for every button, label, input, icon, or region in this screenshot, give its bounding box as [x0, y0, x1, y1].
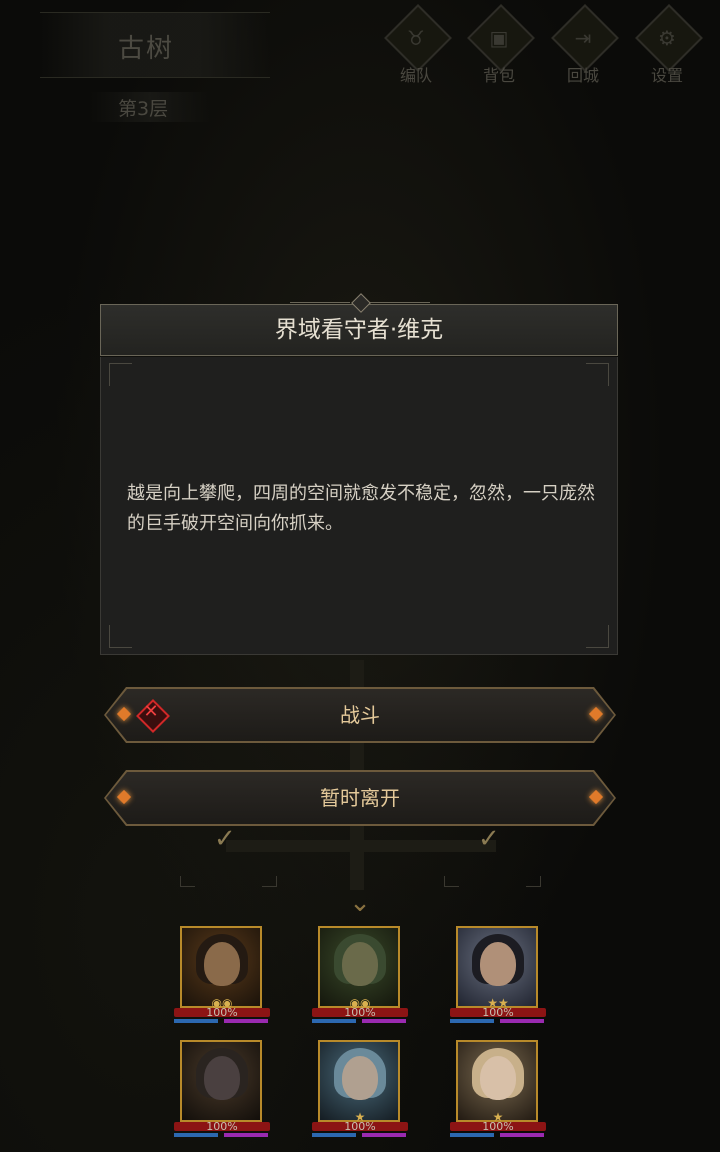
energy-bar — [500, 1019, 544, 1023]
energy-bar — [362, 1019, 406, 1023]
hero-card[interactable]: ★★ 100% — [450, 926, 546, 1034]
energy-bar — [500, 1133, 544, 1137]
chevron-down-icon: ⌄ — [349, 888, 371, 918]
hero-card[interactable]: ◉◉ 100% — [174, 926, 270, 1034]
mana-bar — [450, 1019, 494, 1023]
hero-card[interactable]: ◉◉ 100% — [312, 926, 408, 1034]
cleared-check-icon: ✓ — [214, 824, 236, 854]
map-path — [226, 840, 496, 852]
settings-button[interactable]: ⚙ 设置 — [633, 4, 703, 85]
area-title: 古树 — [118, 34, 175, 64]
backpack-button[interactable]: ▣ 背包 — [465, 4, 535, 85]
bag-icon: ▣ — [489, 26, 509, 50]
cleared-check-icon: ✓ — [478, 824, 500, 854]
energy-bar — [224, 1133, 268, 1137]
return-door-icon: ⇥ — [574, 26, 592, 50]
mana-bar — [174, 1019, 218, 1023]
event-description: 越是向上攀爬，四周的空间就愈发不稳定，忽然，一只庞然的巨手破开空间向你抓来。 — [127, 483, 595, 534]
hero-card[interactable]: ★ 100% — [450, 1040, 546, 1148]
map-node-bracket — [262, 876, 277, 887]
map-node-bracket — [444, 876, 459, 887]
mana-bar — [174, 1133, 218, 1137]
map-node-bracket — [180, 876, 195, 887]
bull-helmet-icon: ♉ — [407, 26, 425, 50]
formation-button[interactable]: ♉ 编队 — [382, 4, 452, 85]
mana-bar — [450, 1133, 494, 1137]
fight-button[interactable]: ✕ 战斗 — [104, 687, 616, 743]
hero-card[interactable]: ★ 100% — [312, 1040, 408, 1148]
mana-bar — [312, 1019, 356, 1023]
gear-icon: ⚙ — [658, 26, 676, 50]
energy-bar — [362, 1133, 406, 1137]
return-town-button[interactable]: ⇥ 回城 — [549, 4, 619, 85]
energy-bar — [224, 1019, 268, 1023]
map-node-bracket — [526, 876, 541, 887]
hero-card[interactable]: 100% — [174, 1040, 270, 1148]
mana-bar — [312, 1133, 356, 1137]
event-dialog: 越是向上攀爬，四周的空间就愈发不稳定，忽然，一只庞然的巨手破开空间向你抓来。 — [100, 357, 618, 655]
leave-button[interactable]: 暂时离开 — [104, 770, 616, 826]
floor-label: 第3层 — [118, 98, 169, 120]
hero-portrait — [180, 1040, 262, 1122]
